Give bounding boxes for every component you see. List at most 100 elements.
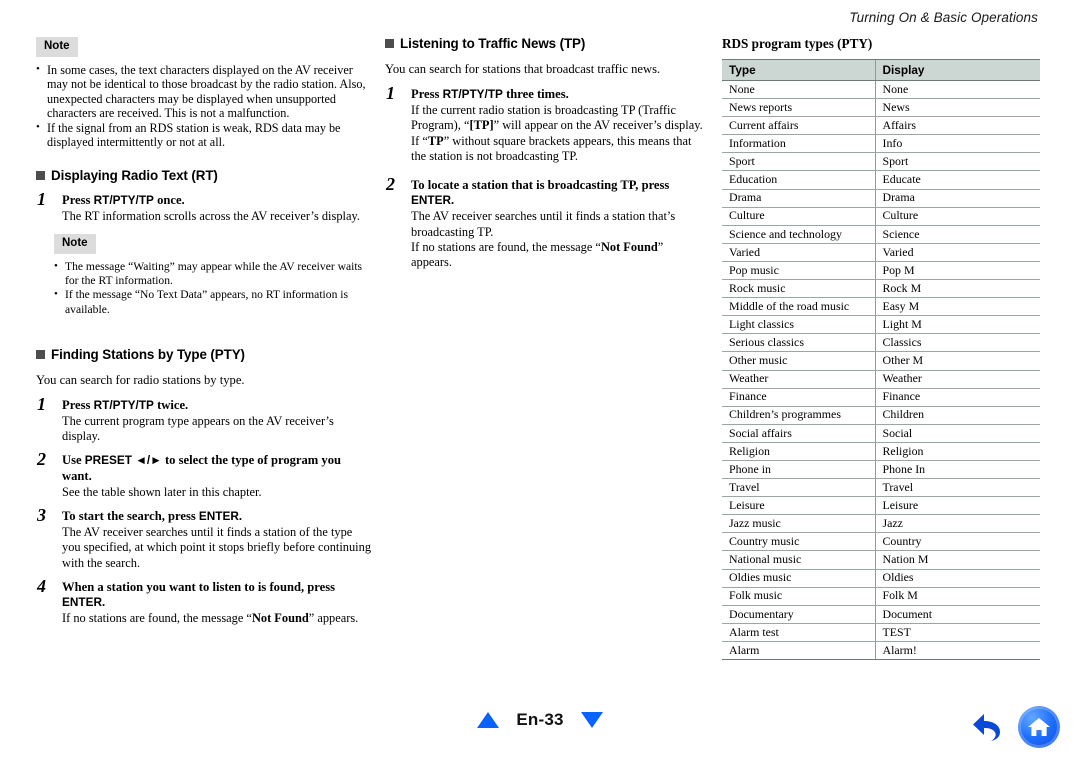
table-cell-type: Religion <box>722 442 875 461</box>
step-title: Press RT/PTY/TP three times. <box>411 87 705 102</box>
table-cell-type: Rock music <box>722 279 875 299</box>
table-cell-display: Country <box>874 532 1040 552</box>
table-cell-type: Jazz music <box>722 514 875 534</box>
table-row: National music Nation M <box>722 550 1040 570</box>
table-row: Current affairs Affairs <box>722 116 1040 136</box>
table-column-header-type: Type <box>722 59 875 81</box>
table-cell-type: Documentary <box>722 605 875 624</box>
step-body-pre: If no stations are found, the message “ <box>411 239 601 254</box>
step-number: 2 <box>386 174 395 195</box>
step-title-pre: When a station you want to listen to is … <box>62 579 336 594</box>
section-heading-label: Finding Stations by Type (PTY) <box>51 346 245 362</box>
step-title-pre: Press <box>62 193 94 208</box>
table-cell-type: Pop music <box>722 261 875 281</box>
table-row: Finance Finance <box>722 388 1040 407</box>
section-lead-text: You can search for stations that broadca… <box>385 62 661 76</box>
table-row: Pop music Pop M <box>722 261 1040 281</box>
step-title-key: ENTER <box>411 193 451 208</box>
step-item: 1 Press RT/PTY/TP twice. The current pro… <box>36 395 371 445</box>
table-cell-type: Drama <box>722 189 875 208</box>
table-cell-display: Classics <box>874 333 1040 353</box>
step-item: 2 To locate a station that is broadcasti… <box>385 174 705 270</box>
table-row: Weather Weather <box>722 370 1040 389</box>
step-body-pre: If no stations are found, the message “ <box>62 611 252 626</box>
table-row: Light classics Light M <box>722 315 1040 335</box>
page-footer: En-33 <box>0 706 1080 748</box>
table-row: Rock music Rock M <box>722 279 1040 299</box>
home-icon <box>1028 718 1050 736</box>
step-title-post: twice. <box>153 397 189 412</box>
table-cell-display: Folk M <box>874 587 1040 606</box>
table-cell-display: Pop M <box>874 261 1040 281</box>
table-cell-display: Affairs <box>874 116 1040 136</box>
table-row: Jazz music Jazz <box>722 514 1040 534</box>
table-cell-type: Culture <box>722 207 875 226</box>
table-cell-type: Education <box>722 170 875 190</box>
table-cell-display: Drama <box>874 189 1040 208</box>
note-label: Note <box>36 37 78 57</box>
note-item: If the message “No Text Data” appears, n… <box>54 287 371 316</box>
table-cell-type: None <box>722 80 875 100</box>
table-cell-display: Finance <box>874 388 1040 407</box>
table-cell-display: Light M <box>874 315 1040 335</box>
table-cell-type: Current affairs <box>722 116 875 136</box>
home-button[interactable] <box>1018 706 1060 748</box>
step-body-emphasis: [TP] <box>469 118 494 133</box>
step-number: 1 <box>37 189 46 210</box>
table-row: Documentary Document <box>722 605 1040 624</box>
step-body: The AV receiver searches until it finds … <box>62 525 372 570</box>
note-block-top: Note In some cases, the text characters … <box>36 36 371 150</box>
table-cell-type: Alarm test <box>722 623 875 642</box>
step-title-pre: Press <box>411 87 443 101</box>
table-row: Alarm Alarm! <box>722 641 1040 661</box>
table-cell-display: Jazz <box>874 514 1040 534</box>
step-title: When a station you want to listen to is … <box>62 580 371 610</box>
table-cell-display: Alarm! <box>874 641 1040 661</box>
table-row: Travel Travel <box>722 478 1040 498</box>
table-cell-type: Leisure <box>722 496 875 516</box>
table-cell-display: News <box>874 98 1040 118</box>
table-cell-display: Sport <box>874 152 1040 172</box>
table-cell-type: Varied <box>722 243 875 262</box>
step-title-key: RT/PTY/TP <box>93 397 154 412</box>
step-body: The RT information scrolls across the AV… <box>62 209 360 224</box>
triangle-up-icon[interactable] <box>477 712 500 728</box>
back-arrow-icon[interactable] <box>970 710 1006 744</box>
table-cell-display: Weather <box>874 370 1040 389</box>
step-title-post: once. <box>153 193 185 208</box>
table-cell-type: National music <box>722 550 875 570</box>
table-cell-display: Educate <box>874 170 1040 190</box>
table-row: News reports News <box>722 98 1040 118</box>
table-cell-display: None <box>874 80 1040 100</box>
table-cell-display: Leisure <box>874 496 1040 516</box>
page-number-label: En-33 <box>516 710 564 729</box>
note-list: The message “Waiting” may appear while t… <box>54 259 371 317</box>
table-cell-type: Travel <box>722 478 875 498</box>
section-heading-listening-to-traffic-news: Listening to Traffic News (TP) <box>385 36 705 51</box>
table-cell-display: Varied <box>874 243 1040 262</box>
note-list: In some cases, the text characters displ… <box>36 61 371 151</box>
table-cell-type: Folk music <box>722 587 875 606</box>
table-row: Folk music Folk M <box>722 587 1040 606</box>
step-title: Press RT/PTY/TP once. <box>62 193 371 208</box>
step-item: 1 Press RT/PTY/TP three times. If the cu… <box>385 84 705 164</box>
step-item: 3 To start the search, press ENTER. The … <box>36 506 372 571</box>
section-bullet-square-icon <box>36 171 45 181</box>
step-body-emphasis: TP <box>427 133 444 148</box>
section-heading-label: Listening to Traffic News (TP) <box>400 36 586 51</box>
table-row: Science and technology Science <box>722 225 1040 244</box>
table-row: None None <box>722 80 1040 100</box>
table-row: Culture Culture <box>722 207 1040 226</box>
note-item: The message “Waiting” may appear while t… <box>54 259 371 288</box>
table-row: Varied Varied <box>722 243 1040 262</box>
table-body: None None News reports News Current affairs A… <box>722 80 1040 661</box>
table-row: Country music Country <box>722 532 1040 552</box>
triangle-down-icon[interactable] <box>580 712 603 728</box>
table-cell-display: Travel <box>874 478 1040 498</box>
table-cell-type: Alarm <box>722 641 875 661</box>
step-body: If no stations are found, the message “N… <box>411 240 705 270</box>
table-row: Oldies music Oldies <box>722 569 1040 588</box>
table-row: Middle of the road music Easy M <box>722 297 1040 317</box>
section-heading-finding-stations-by-type: Finding Stations by Type (PTY) <box>36 347 371 362</box>
section-lead-text: You can search for radio stations by typ… <box>36 372 245 387</box>
